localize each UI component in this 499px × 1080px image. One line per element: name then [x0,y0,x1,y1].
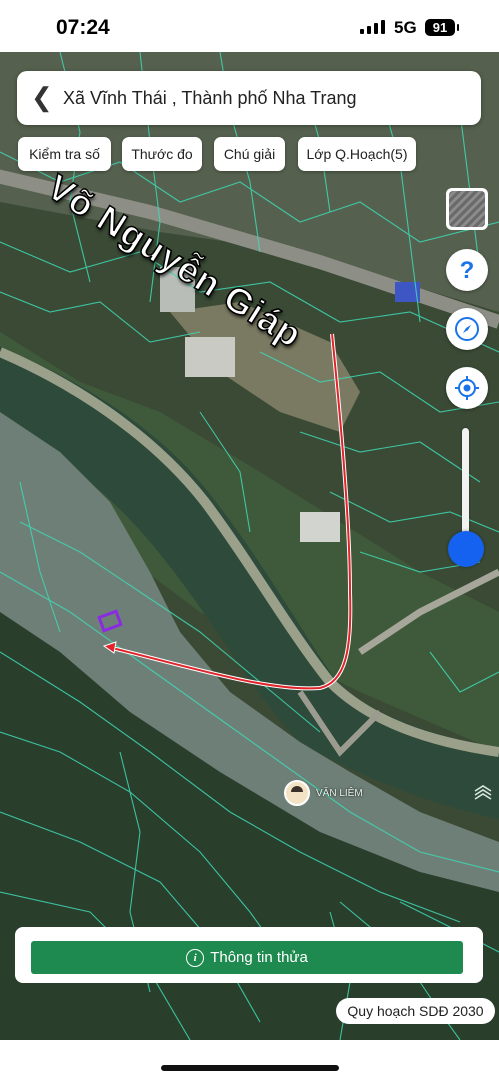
status-time: 07:24 [56,16,110,39]
chip-check-number[interactable]: Kiểm tra số [18,137,111,171]
chip-legend[interactable]: Chú giải [214,137,285,171]
help-icon[interactable]: ? [446,249,488,291]
location-search-bar[interactable]: ❮ Xã Vĩnh Thái , Thành phố Nha Trang [17,71,481,125]
layers-icon[interactable] [446,188,488,230]
signal-icon [360,20,385,34]
compass-icon[interactable] [446,308,488,350]
back-arrow-icon[interactable]: ❮ [31,83,53,111]
bottom-panel: i Thông tin thửa [15,927,483,983]
zoom-slider-handle[interactable] [448,531,484,567]
poi-label: VĂN LIÊM [316,787,363,799]
status-bar: 07:24 5G 91 [0,0,499,52]
poi-avatar [284,780,310,806]
map-poi[interactable]: VĂN LIÊM [284,780,363,806]
chip-measure[interactable]: Thước đo [122,137,202,171]
parcel-info-label: Thông tin thửa [210,949,308,966]
plan-badge[interactable]: Quy hoạch SDĐ 2030 [336,998,495,1024]
locate-icon[interactable] [446,367,488,409]
battery-icon: 91 [425,19,459,36]
parcel-info-button[interactable]: i Thông tin thửa [31,941,463,974]
network-type: 5G [394,18,417,37]
svg-text:?: ? [460,257,475,283]
stack-icon[interactable] [472,782,494,804]
home-indicator-area [0,1040,499,1080]
info-icon: i [186,948,205,967]
home-indicator[interactable] [161,1065,339,1071]
chip-planning-layers[interactable]: Lớp Q.Hoạch(5) [298,137,416,171]
location-title: Xã Vĩnh Thái , Thành phố Nha Trang [63,88,357,108]
